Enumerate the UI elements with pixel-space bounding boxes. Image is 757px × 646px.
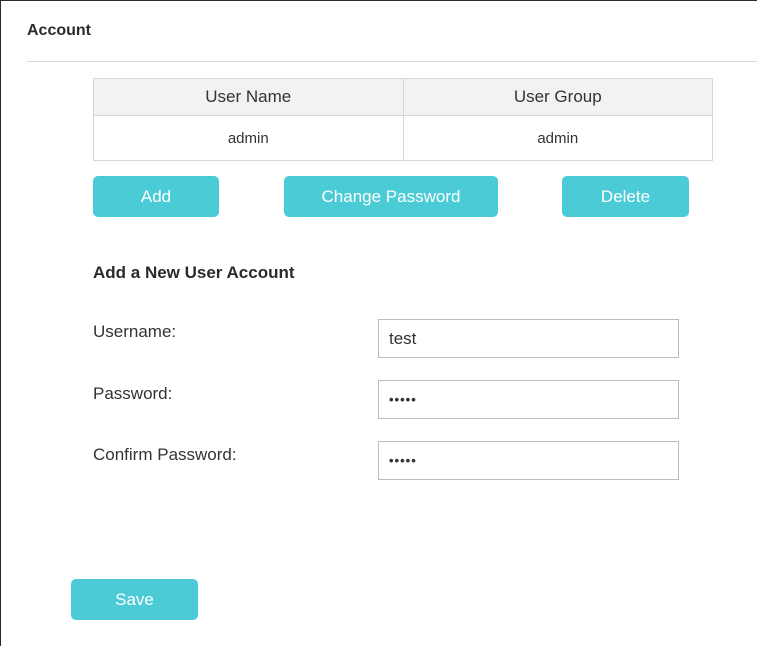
username-field[interactable]: [378, 319, 679, 358]
account-table: User Name User Group admin admin: [93, 78, 713, 161]
cell-user-name[interactable]: admin: [93, 115, 404, 161]
save-button[interactable]: Save: [71, 579, 198, 620]
username-label: Username:: [93, 322, 177, 341]
add-user-heading: Add a New User Account: [93, 263, 295, 282]
confirm-password-field[interactable]: [378, 441, 679, 480]
column-header-user-group[interactable]: User Group: [402, 78, 713, 116]
column-header-user-name[interactable]: User Name: [93, 78, 404, 116]
password-field[interactable]: [378, 380, 679, 419]
account-page: Account User Name User Group admin admin…: [0, 0, 757, 646]
change-password-button[interactable]: Change Password: [284, 176, 498, 217]
title-divider: [27, 61, 757, 62]
cell-user-group[interactable]: admin: [402, 115, 713, 161]
delete-button[interactable]: Delete: [562, 176, 689, 217]
page-title: Account: [27, 22, 91, 39]
password-label: Password:: [93, 384, 173, 403]
table-header-row: User Name User Group: [93, 78, 713, 116]
confirm-password-label: Confirm Password:: [93, 445, 237, 464]
add-button[interactable]: Add: [93, 176, 219, 217]
table-row[interactable]: admin admin: [93, 115, 713, 161]
